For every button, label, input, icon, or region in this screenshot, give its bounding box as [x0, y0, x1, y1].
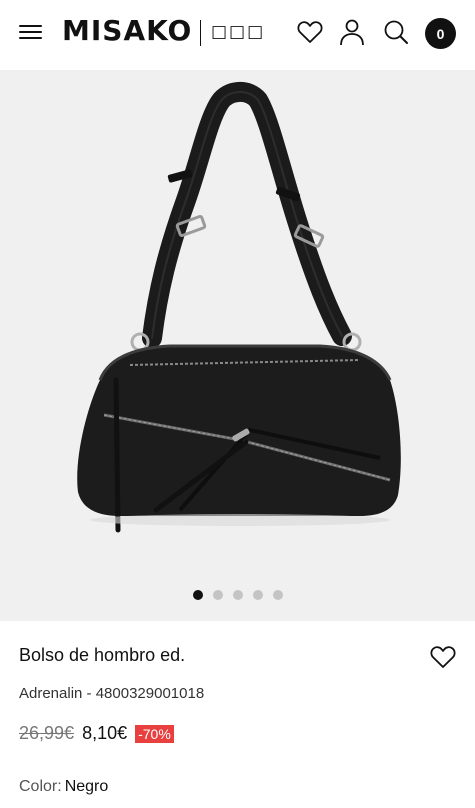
- gallery-dot[interactable]: [212, 590, 223, 600]
- color-row: Color: Negro: [19, 778, 108, 796]
- sale-price: 8,10€: [82, 723, 128, 743]
- brand-logo[interactable]: MISAKO: [62, 14, 192, 47]
- site-header: MISAKO □□□ 0: [0, 0, 475, 70]
- product-reference: Adrenalin - 4800329001018: [19, 685, 205, 702]
- product-gallery[interactable]: [0, 70, 475, 621]
- user-icon: [340, 19, 364, 46]
- menu-line: [19, 25, 42, 27]
- gallery-dot[interactable]: [192, 590, 203, 600]
- search-icon[interactable]: [382, 17, 410, 47]
- product-title: Bolso de hombro ed.: [19, 645, 186, 665]
- color-label: Color:: [19, 778, 62, 795]
- discount-badge: -70%: [135, 724, 174, 743]
- heart-icon: [297, 21, 323, 43]
- account-user-icon[interactable]: [338, 17, 366, 47]
- cart-button[interactable]: 0: [425, 18, 456, 49]
- menu-line: [19, 31, 42, 33]
- menu-line: [19, 37, 42, 39]
- gallery-pagination: [0, 590, 475, 600]
- add-to-wishlist-button[interactable]: [429, 644, 457, 670]
- wishlist-heart-icon[interactable]: [296, 17, 324, 47]
- color-value: Negro: [64, 778, 109, 795]
- gallery-dot[interactable]: [252, 590, 263, 600]
- gallery-dot[interactable]: [272, 590, 283, 600]
- price-row: 26,99€ 8,10€ -70%: [19, 723, 174, 744]
- handbag-image: [77, 82, 401, 533]
- logo-divider: [200, 20, 201, 46]
- menu-icon[interactable]: [19, 23, 43, 41]
- gallery-dot[interactable]: [232, 590, 243, 600]
- magnifier-icon: [384, 20, 408, 44]
- original-price: 26,99€: [19, 723, 75, 743]
- heart-icon: [430, 646, 456, 668]
- brand-logo-subtext: □□□: [211, 22, 266, 42]
